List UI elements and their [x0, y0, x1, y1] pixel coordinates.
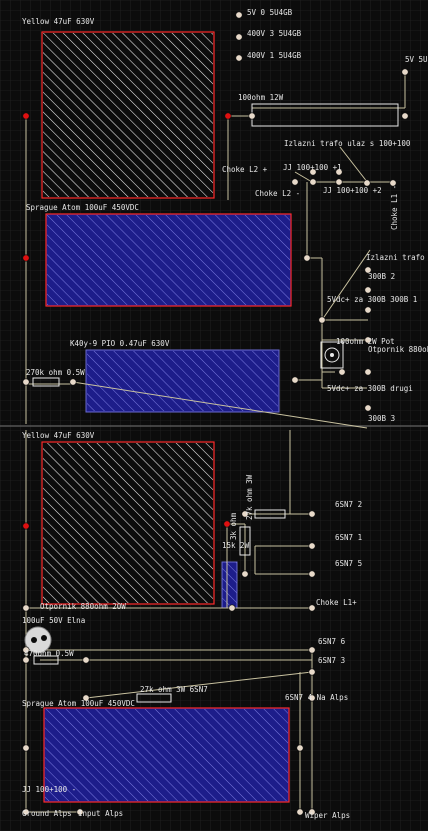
label-k40: K40y-9 PIO 0.47uF 630V [70, 339, 170, 348]
k40-pio-cap[interactable] [85, 349, 280, 413]
label-res-27k-6sn7: 27k ohm 3W 6SN7 [140, 685, 208, 694]
label-sprague-top: Sprague Atom 100uF 450VDC [26, 203, 139, 212]
label-tube-400v3: 400V 3 5U4GB [247, 29, 302, 38]
label-tube-400v1: 400V 1 5U4GB [247, 51, 302, 60]
label-6sn7-2: 6SN7 2 [335, 500, 362, 509]
solder-pad[interactable] [364, 368, 372, 376]
label-6sn7-5: 6SN7 5 [335, 559, 362, 568]
label-tube-5v0: 5V 0 5U4GB [247, 8, 293, 17]
label-6sn7-4: 6SN7 4 Na Alps [285, 693, 348, 702]
label-choke-l2-minus: Choke L2 - [255, 189, 300, 198]
label-res-15k: 15k 2W [222, 541, 250, 550]
solder-pad[interactable] [22, 254, 30, 262]
solder-pad[interactable] [291, 178, 299, 186]
label-6sn7-1: 6SN7 1 [335, 533, 362, 542]
yellow-cap-top[interactable] [41, 31, 215, 199]
label-choke-l2-plus: Choke L2 + [222, 165, 268, 174]
label-res-470: 470ohm 0.5W [24, 649, 74, 658]
label-6sn7-6: 6SN7 6 [318, 637, 346, 646]
label-izlazni-trafo: Izlazni trafo [366, 253, 425, 262]
sprague-cap-bottom[interactable] [43, 707, 290, 803]
solder-pad[interactable] [303, 254, 311, 262]
solder-pad[interactable] [241, 570, 249, 578]
label-res-27k: 27k ohm 3W [245, 474, 254, 520]
solder-pad[interactable] [318, 316, 326, 324]
label-jj-plus2: JJ 100+100 +2 [323, 186, 382, 195]
solder-pad[interactable] [69, 378, 77, 386]
label-300b-3: 300B 3 [368, 414, 395, 423]
label-vdc-300b: 5Vdc+ za 300B 300B 1 [327, 295, 417, 304]
solder-pad[interactable] [335, 178, 343, 186]
solder-pad[interactable] [401, 68, 409, 76]
solder-pad[interactable] [364, 404, 372, 412]
label-otpornik-880: Otpornik 880oh [368, 345, 428, 354]
solder-pad[interactable] [22, 744, 30, 752]
solder-pad[interactable] [228, 604, 236, 612]
solder-pad[interactable] [308, 542, 316, 550]
solder-pad[interactable] [296, 808, 304, 816]
solder-pad[interactable] [308, 646, 316, 654]
solder-pad[interactable] [82, 656, 90, 664]
solder-pad[interactable] [291, 376, 299, 384]
label-choke-l1-minus: Choke L1 - [390, 185, 399, 230]
solder-pad[interactable] [364, 286, 372, 294]
label-300b-2: 300B 2 [368, 272, 395, 281]
solder-pad[interactable] [296, 744, 304, 752]
solder-pad[interactable] [235, 33, 243, 41]
label-res-270k: 270k ohm 0.5W [26, 368, 85, 377]
solder-pad[interactable] [235, 11, 243, 19]
label-sprague-bottom: Sprague Atom 100uF 450VDC [22, 699, 135, 708]
solder-pad[interactable] [248, 112, 256, 120]
solder-pad[interactable] [364, 306, 372, 314]
solder-pad[interactable] [309, 178, 317, 186]
solder-pad[interactable] [235, 54, 243, 62]
solder-pad[interactable] [308, 604, 316, 612]
solder-pad[interactable] [338, 368, 346, 376]
small-blue-component[interactable] [221, 561, 238, 609]
label-res-3k: 3k ohm [229, 512, 238, 540]
label-vdc-300b-drugi: 5Vdc+ za 300B drugi [327, 384, 413, 393]
label-tube-5v-right: 5V 5U [405, 55, 428, 64]
label-otpornik-880-20w: Otpornik 880ohm 20W [40, 602, 126, 611]
solder-pad[interactable] [22, 112, 30, 120]
solder-pad[interactable] [224, 112, 232, 120]
yellow-cap-bottom[interactable] [41, 441, 215, 605]
sprague-cap-top[interactable] [45, 213, 292, 307]
solder-pad[interactable] [308, 570, 316, 578]
label-jj-plus1: JJ 100+100 +1 [283, 163, 342, 172]
label-6sn7-3: 6SN7 3 [318, 656, 345, 665]
solder-pad[interactable] [22, 522, 30, 530]
solder-pad[interactable] [401, 112, 409, 120]
label-yellow-bottom: Yellow 47uF 630V [22, 431, 95, 440]
label-elna: 100uF 50V Elna [22, 616, 85, 625]
label-yellow-top: Yellow 47uF 630V [22, 17, 95, 26]
label-choke-l1-plus: Choke L1+ [316, 598, 357, 607]
solder-pad[interactable] [308, 510, 316, 518]
label-izlazni-ulaz: Izlazni trafo ulaz s 100+100 [284, 139, 411, 148]
label-wiper-alps: Wiper Alps [305, 811, 350, 820]
label-res-100ohm: 100ohm 12W [238, 93, 284, 102]
label-jj-minus: JJ 100+100 - [22, 785, 76, 794]
solder-pad[interactable] [22, 604, 30, 612]
solder-pad[interactable] [308, 668, 316, 676]
solder-pad[interactable] [22, 378, 30, 386]
pcb-layout-canvas: Yellow 47uF 630V 5V 0 5U4GB 400V 3 5U4GB… [0, 0, 428, 831]
label-input-alps: Input Alps [78, 809, 123, 818]
label-ground-alps: Ground Alps [22, 809, 72, 818]
